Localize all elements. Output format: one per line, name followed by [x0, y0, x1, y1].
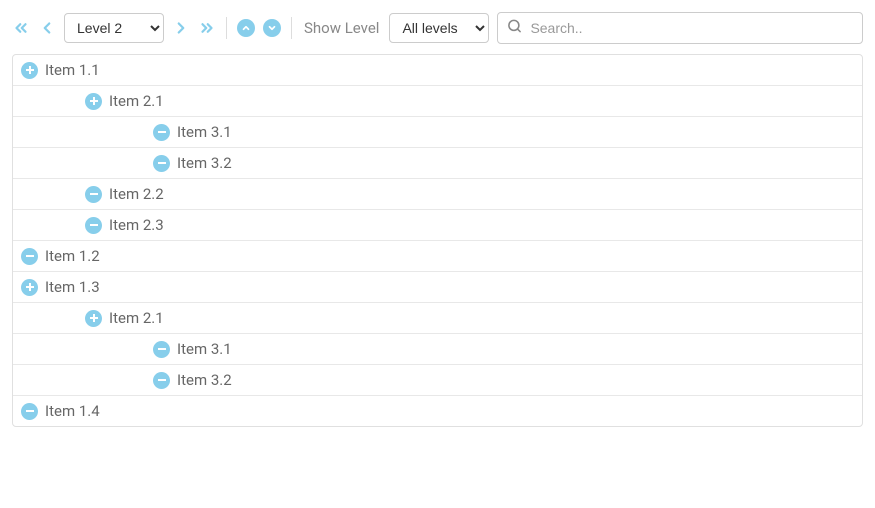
show-level-label: Show Level: [304, 19, 379, 37]
tree-row[interactable]: Item 3.2: [13, 365, 862, 396]
collapse-icon[interactable]: [85, 186, 102, 203]
collapse-icon[interactable]: [21, 248, 38, 265]
level-select[interactable]: Level 2: [64, 13, 164, 43]
collapse-all-button[interactable]: [237, 19, 255, 37]
prev-icon[interactable]: [38, 19, 56, 37]
collapse-icon[interactable]: [153, 124, 170, 141]
tree-item-label: Item 1.4: [45, 402, 100, 420]
tree-item-label: Item 2.1: [109, 309, 164, 327]
tree-row[interactable]: Item 2.2: [13, 179, 862, 210]
expand-icon[interactable]: [21, 279, 38, 296]
tree-row[interactable]: Item 2.1: [13, 303, 862, 334]
expand-all-button[interactable]: [263, 19, 281, 37]
tree-row[interactable]: Item 1.4: [13, 396, 862, 426]
tree: Item 1.1 Item 2.1 Item 3.1 Item 3.2 Item 2.2…: [12, 54, 863, 427]
expand-icon[interactable]: [85, 93, 102, 110]
tree-item-label: Item 3.2: [177, 371, 232, 389]
tree-row[interactable]: Item 3.1: [13, 334, 862, 365]
tree-item-label: Item 2.1: [109, 92, 164, 110]
tree-row[interactable]: Item 1.1: [13, 55, 862, 86]
expand-icon[interactable]: [21, 62, 38, 79]
tree-item-label: Item 1.2: [45, 247, 100, 265]
next-icon[interactable]: [172, 19, 190, 37]
divider: [226, 17, 227, 39]
expand-icon[interactable]: [85, 310, 102, 327]
collapse-icon[interactable]: [153, 341, 170, 358]
tree-row[interactable]: Item 1.2: [13, 241, 862, 272]
first-icon[interactable]: [12, 19, 30, 37]
tree-item-label: Item 2.3: [109, 216, 164, 234]
search-input[interactable]: [497, 12, 863, 44]
tree-row[interactable]: Item 2.1: [13, 86, 862, 117]
tree-item-label: Item 3.2: [177, 154, 232, 172]
nav-group: Level 2: [12, 13, 216, 43]
search-container: [497, 12, 863, 44]
collapse-icon[interactable]: [21, 403, 38, 420]
toolbar: Level 2 Show Level All levels: [12, 12, 863, 44]
tree-item-label: Item 1.1: [45, 61, 100, 79]
tree-item-label: Item 2.2: [109, 185, 164, 203]
collapse-icon[interactable]: [153, 372, 170, 389]
collapse-icon[interactable]: [85, 217, 102, 234]
tree-item-label: Item 1.3: [45, 278, 100, 296]
last-icon[interactable]: [198, 19, 216, 37]
divider: [291, 17, 292, 39]
show-level-select[interactable]: All levels: [389, 13, 489, 43]
tree-item-label: Item 3.1: [177, 123, 232, 141]
tree-row[interactable]: Item 2.3: [13, 210, 862, 241]
tree-row[interactable]: Item 1.3: [13, 272, 862, 303]
search-icon: [507, 19, 522, 38]
tree-item-label: Item 3.1: [177, 340, 232, 358]
tree-row[interactable]: Item 3.2: [13, 148, 862, 179]
collapse-icon[interactable]: [153, 155, 170, 172]
tree-row[interactable]: Item 3.1: [13, 117, 862, 148]
